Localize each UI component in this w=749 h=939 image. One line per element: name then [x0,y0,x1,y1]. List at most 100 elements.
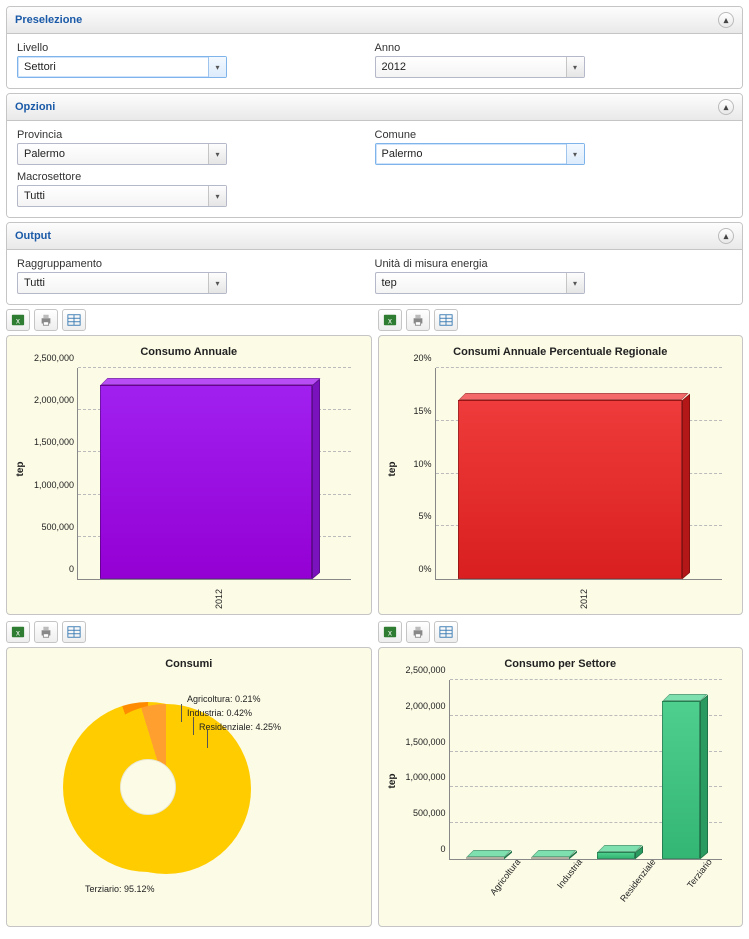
print-icon [39,313,53,327]
plot-area: tep 0 500,000 1,000,000 1,500,000 2,000,… [389,676,729,916]
pie-label-agricoltura: Agricoltura: 0.21% [187,694,261,704]
print-button[interactable] [34,621,58,643]
table-icon [67,313,81,327]
svg-text:x: x [388,317,392,326]
panel-body: Provincia Palermo ▾ Comune Palermo ▾ Mac… [7,121,742,217]
pie-label-terziario: Terziario: 95.12% [85,884,155,894]
export-excel-button[interactable]: x [378,309,402,331]
plot-area: tep 0 500,000 1,000,000 1,500,000 2,000,… [17,364,357,604]
pie-label-industria: Industria: 0.42% [187,708,252,718]
chevron-down-icon: ▾ [208,57,226,77]
y-tick: 1,500,000 [18,437,74,447]
macrosettore-select[interactable]: Tutti ▾ [17,185,227,207]
chart-title: Consumi [13,654,365,672]
x-tick: Agricoltura [488,857,522,897]
print-icon [411,313,425,327]
export-excel-button[interactable]: x [378,621,402,643]
y-tick: 1,000,000 [390,772,446,782]
chevron-down-icon: ▾ [566,57,584,77]
print-button[interactable] [406,309,430,331]
table-view-button[interactable] [434,621,458,643]
comune-label: Comune [375,129,723,141]
panel-header: Opzioni ▴ [7,94,742,121]
y-tick: 2,500,000 [390,665,446,675]
panel-opzioni: Opzioni ▴ Provincia Palermo ▾ Comune Pal… [6,93,743,218]
chart-col-consumo-settore: x Consumo per Settore tep 0 500,000 1,00… [378,621,744,927]
chart-toolbar: x [378,621,744,647]
svg-text:x: x [16,317,20,326]
print-button[interactable] [406,621,430,643]
chevron-up-icon: ▴ [724,231,729,242]
chart-consumo-settore: Consumo per Settore tep 0 500,000 1,000,… [378,647,744,927]
y-tick: 2,000,000 [390,701,446,711]
x-tick: Residenziale [618,857,658,904]
donut-hole [120,759,176,815]
y-tick: 2,000,000 [18,395,74,405]
svg-text:x: x [16,629,20,638]
panel-title: Preselezione [15,14,82,26]
table-view-button[interactable] [434,309,458,331]
macrosettore-label: Macrosettore [17,171,365,183]
y-tick: 2,500,000 [18,353,74,363]
excel-icon: x [11,313,25,327]
print-icon [39,625,53,639]
chart-toolbar: x [378,309,744,335]
livello-select[interactable]: Settori ▾ [17,56,227,78]
bar-industria [531,857,569,859]
comune-select[interactable]: Palermo ▾ [375,143,585,165]
chevron-up-icon: ▴ [724,15,729,26]
chart-col-consumi-pie: x Consumi Agricoltura: 0.21% Industria: … [6,621,372,927]
provincia-select[interactable]: Palermo ▾ [17,143,227,165]
x-tick: 2012 [579,589,589,609]
select-value: Palermo [382,148,423,160]
chart-consumo-annuale: Consumo Annuale tep 0 500,000 1,000,000 … [6,335,372,615]
export-excel-button[interactable]: x [6,309,30,331]
panel-preselezione: Preselezione ▴ Livello Settori ▾ Anno 20… [6,6,743,89]
excel-icon: x [383,313,397,327]
table-icon [439,625,453,639]
panel-body: Livello Settori ▾ Anno 2012 ▾ [7,34,742,88]
bar-agricoltura [466,857,504,859]
chart-col-consumo-annuale: x Consumo Annuale tep 0 500,000 1,000,00… [6,309,372,615]
y-tick: 1,000,000 [18,480,74,490]
chart-toolbar: x [6,621,372,647]
excel-icon: x [11,625,25,639]
select-value: tep [382,277,397,289]
plot: 0 500,000 1,000,000 1,500,000 2,000,000 … [77,368,351,580]
select-value: Tutti [24,190,45,202]
chart-percentuale-regionale: Consumi Annuale Percentuale Regionale te… [378,335,744,615]
y-tick: 0 [18,564,74,574]
bar-terziario [662,701,700,859]
collapse-button[interactable]: ▴ [718,99,734,115]
chevron-down-icon: ▾ [208,186,226,206]
panel-output: Output ▴ Raggruppamento Tutti ▾ Unità di… [6,222,743,305]
bar-2012 [458,400,681,579]
export-excel-button[interactable]: x [6,621,30,643]
pie-label-residenziale: Residenziale: 4.25% [199,722,281,732]
anno-select[interactable]: 2012 ▾ [375,56,585,78]
panel-title: Output [15,230,51,242]
chevron-down-icon: ▾ [208,144,226,164]
collapse-button[interactable]: ▴ [718,12,734,28]
anno-label: Anno [375,42,723,54]
x-tick: Terziario [685,857,714,890]
chart-col-percentuale: x Consumi Annuale Percentuale Regionale … [378,309,744,615]
table-view-button[interactable] [62,621,86,643]
y-axis-label: tep [15,462,26,477]
plot-area: Agricoltura: 0.21% Industria: 0.42% Resi… [13,672,365,920]
charts-row-1: x Consumo Annuale tep 0 500,000 1,000,00… [6,309,743,615]
svg-text:x: x [388,629,392,638]
panel-body: Raggruppamento Tutti ▾ Unità di misura e… [7,250,742,304]
raggruppamento-select[interactable]: Tutti ▾ [17,272,227,294]
x-tick: Industria [555,857,584,890]
print-icon [411,625,425,639]
select-value: Tutti [24,277,45,289]
y-tick: 500,000 [18,522,74,532]
print-button[interactable] [34,309,58,331]
select-value: 2012 [382,61,406,73]
y-tick: 1,500,000 [390,737,446,747]
collapse-button[interactable]: ▴ [718,228,734,244]
provincia-label: Provincia [17,129,365,141]
table-view-button[interactable] [62,309,86,331]
unita-select[interactable]: tep ▾ [375,272,585,294]
